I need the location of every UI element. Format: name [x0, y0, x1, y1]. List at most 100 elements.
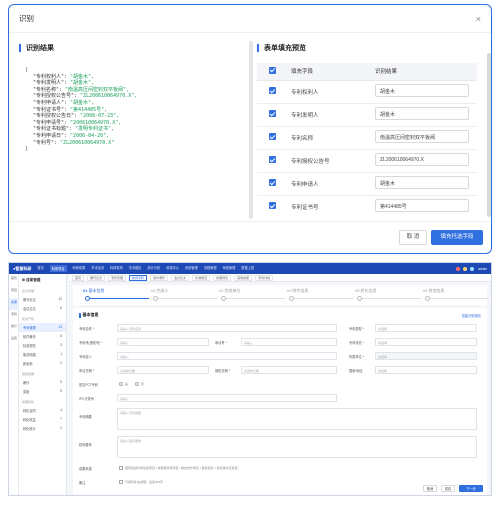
- row-checkbox-cell: [257, 126, 291, 150]
- ocr-dialog: 识别 × 识别结果 {"专利权利人": "胡金木", "专利发明人": "胡金木"…: [8, 4, 492, 254]
- rail-item[interactable]: 首页: [9, 274, 19, 286]
- rail-item[interactable]: 项目: [9, 286, 19, 298]
- row-checkbox[interactable]: [269, 156, 276, 163]
- side-menu-item[interactable]: 转化统计 2: [19, 424, 66, 433]
- page-tab[interactable]: 软件著作: [150, 274, 169, 281]
- page-tab[interactable]: 专利详情: [255, 274, 274, 281]
- json-value: "2008-07-23",: [80, 113, 120, 120]
- fill-value-input[interactable]: 胡金木: [375, 84, 469, 97]
- row-checkbox[interactable]: [269, 110, 276, 117]
- patent-name-input[interactable]: 请输入专利名称: [117, 324, 337, 332]
- fill-value-input[interactable]: 第414485号: [375, 199, 469, 212]
- fill-selected-fields-button[interactable]: 填充托选字段: [431, 230, 483, 245]
- grant-date-picker[interactable]: 请选择日期: [241, 366, 337, 374]
- fill-value-input[interactable]: ZL200610064970.X: [375, 153, 469, 166]
- row-checkbox[interactable]: [269, 133, 276, 140]
- form-cancel-button[interactable]: 取消: [423, 485, 437, 492]
- form-next-button[interactable]: 下一步: [459, 485, 483, 492]
- nav-item[interactable]: 科研机构: [110, 265, 123, 272]
- side-menu-item[interactable]: 集成电路 1: [19, 350, 66, 359]
- row-checkbox[interactable]: [269, 202, 276, 209]
- select-all-checkbox[interactable]: [269, 66, 276, 74]
- page-tab[interactable]: 首页: [72, 274, 85, 281]
- top-navbar: ●智慧科研 首页 科研项目 科研成果 学术活动 科研机构 学术团队 统计分析 资源中心 系统管理…: [9, 263, 491, 274]
- fill-value-input[interactable]: 胡金木: [375, 107, 469, 120]
- apply-no-input[interactable]: 请输入: [241, 338, 337, 346]
- step-label[interactable]: 05转化信息: [355, 288, 376, 294]
- left-scrollbar[interactable]: [249, 41, 253, 219]
- pct-no-radio[interactable]: [135, 382, 139, 386]
- step-label[interactable]: 07提交审核: [491, 288, 492, 317]
- nav-item[interactable]: 统计分析: [148, 265, 161, 272]
- ipc-input[interactable]: 请输入: [117, 394, 337, 402]
- nav-item[interactable]: 资源中心: [166, 265, 179, 272]
- form-save-draft-button[interactable]: 暂存: [441, 485, 455, 492]
- row-checkbox[interactable]: [269, 179, 276, 186]
- claims-textarea[interactable]: 请输入权利要求: [117, 436, 477, 458]
- side-menu-item[interactable]: 著作 5: [19, 378, 66, 387]
- step-number: 04: [287, 288, 292, 293]
- form-title: 基本信息: [82, 312, 99, 317]
- pct-yes-radio[interactable]: [119, 382, 123, 386]
- side-menu-item[interactable]: 期刊论文 12: [19, 295, 66, 304]
- rail-item[interactable]: 设置: [9, 334, 19, 346]
- patent-no-input[interactable]: 请输入: [117, 338, 209, 346]
- side-menu-item[interactable]: 奖励 9: [19, 387, 66, 396]
- nav-item[interactable]: 审批管理: [223, 265, 236, 272]
- page-tab[interactable]: 其他成果: [234, 274, 253, 281]
- side-menu-item[interactable]: 标准规范 3: [19, 341, 66, 350]
- cancel-button[interactable]: 取 消: [399, 230, 427, 245]
- smart-fill-link[interactable]: 智能识别填充: [462, 313, 481, 318]
- unit-select[interactable]: 请选择: [375, 352, 477, 360]
- side-menu-item[interactable]: 专利管理 24: [19, 323, 66, 332]
- nav-item[interactable]: 科研项目: [49, 265, 67, 272]
- step-connector: [359, 298, 421, 299]
- nav-item[interactable]: 学术活动: [91, 265, 104, 272]
- rail-item[interactable]: 统计: [9, 322, 19, 334]
- avatar[interactable]: [470, 266, 475, 271]
- owner-input[interactable]: 请输入: [117, 352, 337, 360]
- row-checkbox[interactable]: [269, 87, 276, 94]
- message-icon[interactable]: [463, 266, 468, 271]
- step-label[interactable]: 04附件信息: [287, 288, 308, 294]
- side-menu-item[interactable]: 会议论文 8: [19, 304, 66, 313]
- step-label[interactable]: 02完成人: [151, 288, 168, 294]
- nav-item[interactable]: 首页: [37, 265, 43, 272]
- side-menu-item[interactable]: 新品种 2: [19, 359, 66, 368]
- page-tab[interactable]: 标准规范: [192, 274, 211, 281]
- step-label[interactable]: 01基本信息: [83, 288, 104, 294]
- fill-value-input[interactable]: 南温高压间密封双平板阀: [375, 130, 469, 143]
- abstract-textarea[interactable]: 请输入专利摘要: [117, 408, 477, 430]
- rail-item[interactable]: 成果: [9, 298, 19, 310]
- step-label[interactable]: 06其他信息: [423, 288, 444, 294]
- page-tab[interactable]: 新增专利: [129, 274, 148, 281]
- fill-value-input[interactable]: 胡金木: [375, 176, 469, 189]
- nav-item[interactable]: 系统管理: [185, 265, 198, 272]
- nav-item[interactable]: 流程管理: [204, 265, 217, 272]
- step-label[interactable]: 03完成单位: [219, 288, 240, 294]
- page-tab[interactable]: 期刊论文: [87, 274, 106, 281]
- recognition-result-panel: 识别结果 {"专利权利人": "胡金木", "专利发明人": "胡金木", "专利名…: [19, 41, 247, 217]
- remark-checkbox[interactable]: [119, 480, 123, 484]
- side-menu-item[interactable]: 转化收益 7: [19, 415, 66, 424]
- right-scrollbar[interactable]: [487, 53, 491, 217]
- nav-item[interactable]: 数据上报: [241, 265, 254, 272]
- side-menu-item-label: 新品种: [23, 362, 33, 366]
- nav-item[interactable]: 学术团队: [129, 265, 142, 272]
- rail-item[interactable]: 专利: [9, 310, 19, 322]
- notification-icon[interactable]: [456, 266, 461, 271]
- patent-type-select[interactable]: 请选择: [375, 324, 477, 332]
- page-tab[interactable]: 会议论文: [171, 274, 190, 281]
- patent-status-select[interactable]: 请选择: [375, 338, 477, 346]
- apply-date-picker[interactable]: 请选择日期: [117, 366, 209, 374]
- close-icon[interactable]: ×: [476, 14, 481, 24]
- side-menu-item[interactable]: 转化合同 4: [19, 406, 66, 415]
- source-checkbox[interactable]: [119, 466, 123, 470]
- page-tab[interactable]: 成果转化: [213, 274, 232, 281]
- page-tab[interactable]: 专利管理: [108, 274, 127, 281]
- table-row: 专利申请人 胡金木: [257, 172, 477, 196]
- nav-item[interactable]: 科研成果: [73, 265, 86, 272]
- country-select[interactable]: 请选择: [375, 366, 477, 374]
- side-menu-item[interactable]: 软件著作 6: [19, 332, 66, 341]
- user-name[interactable]: admin: [478, 267, 487, 271]
